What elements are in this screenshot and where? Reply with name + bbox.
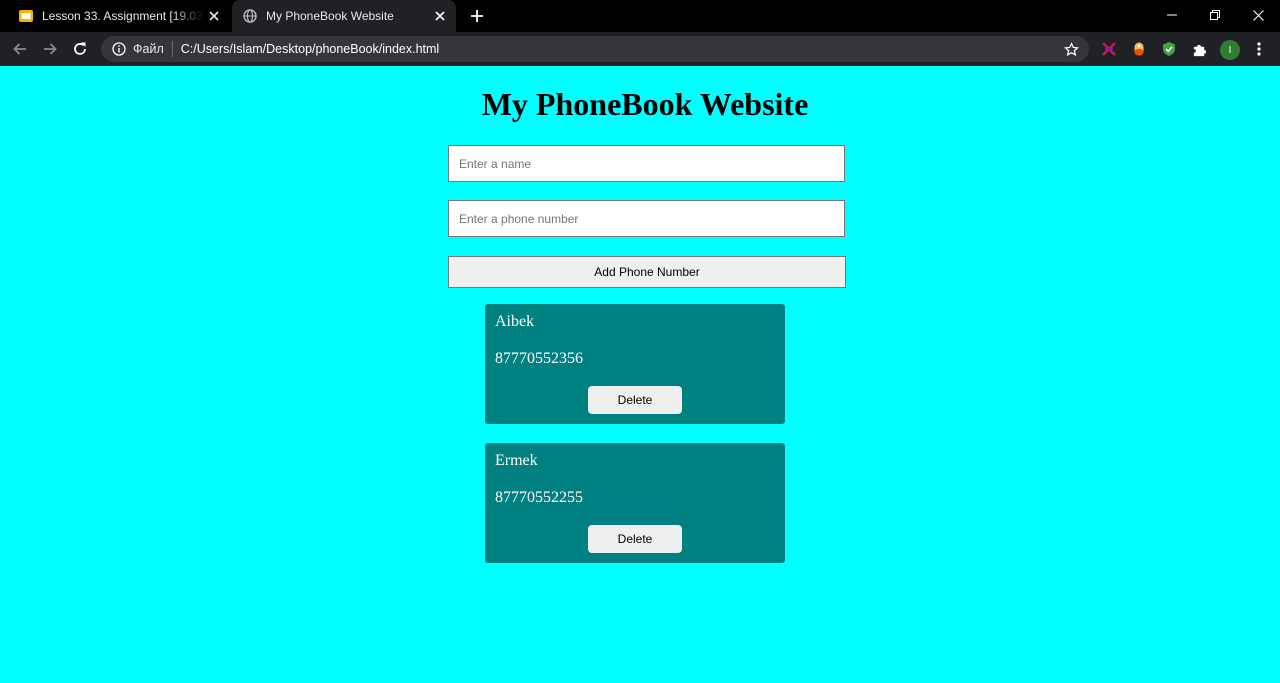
extension-x-icon[interactable] xyxy=(1099,39,1119,59)
tab-strip: Lesson 33. Assignment [19.03.2021] My Ph… xyxy=(0,0,1280,32)
contact-phone: 87770552356 xyxy=(495,350,583,367)
kebab-menu-icon[interactable] xyxy=(1249,39,1269,59)
name-input[interactable] xyxy=(448,145,845,182)
contact-name: Ermek xyxy=(495,452,538,469)
extension-pill-icon[interactable] xyxy=(1129,39,1149,59)
slides-icon xyxy=(18,8,34,24)
phone-input[interactable] xyxy=(448,200,845,237)
extension-shield-icon[interactable] xyxy=(1159,39,1179,59)
url-text[interactable]: C:/Users/Islam/Desktop/phoneBook/index.h… xyxy=(181,42,1061,56)
back-arrow-icon[interactable] xyxy=(8,37,32,61)
close-window-icon[interactable] xyxy=(1236,0,1280,30)
tab-lesson-33[interactable]: Lesson 33. Assignment [19.03.2021] xyxy=(8,0,230,32)
close-tab-icon[interactable] xyxy=(430,6,450,26)
globe-icon xyxy=(242,8,258,24)
delete-contact-button[interactable]: Delete xyxy=(588,386,682,414)
minimize-icon[interactable] xyxy=(1150,0,1194,30)
new-tab-icon[interactable] xyxy=(466,6,488,26)
delete-contact-button[interactable]: Delete xyxy=(588,525,682,553)
tab-title: Lesson 33. Assignment [19.03.2021] xyxy=(42,9,204,23)
add-phone-number-button[interactable]: Add Phone Number xyxy=(448,256,846,288)
restore-icon[interactable] xyxy=(1193,0,1237,30)
contact-name: Aibek xyxy=(495,313,535,330)
tab-phonebook[interactable]: My PhoneBook Website xyxy=(232,0,456,32)
profile-avatar[interactable]: I xyxy=(1220,40,1240,60)
extensions-puzzle-icon[interactable] xyxy=(1189,39,1209,59)
reload-icon[interactable] xyxy=(68,37,92,61)
info-icon[interactable] xyxy=(111,41,127,57)
contact-card: Ermek 87770552255 Delete xyxy=(485,443,785,563)
page-title: My PhoneBook Website xyxy=(481,86,809,122)
tab-title: My PhoneBook Website xyxy=(266,9,394,23)
contact-phone: 87770552255 xyxy=(495,489,583,506)
bookmark-star-icon[interactable] xyxy=(1061,39,1081,59)
contact-card: Aibek 87770552356 Delete xyxy=(485,304,785,424)
address-bar[interactable]: Файл C:/Users/Islam/Desktop/phoneBook/in… xyxy=(101,36,1089,62)
address-divider xyxy=(171,41,173,57)
browser-toolbar: Файл C:/Users/Islam/Desktop/phoneBook/in… xyxy=(0,32,1280,66)
close-tab-icon[interactable] xyxy=(204,6,224,26)
forward-arrow-icon[interactable] xyxy=(38,37,62,61)
security-label: Файл xyxy=(133,42,164,56)
